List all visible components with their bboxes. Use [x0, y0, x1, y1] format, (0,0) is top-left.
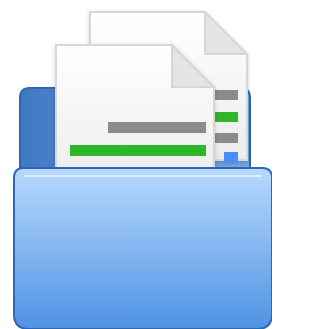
- doc1-gray-line: [108, 122, 206, 133]
- document-front: [55, 42, 217, 183]
- folder-front: [13, 167, 272, 329]
- icon-graphic: [13, 9, 272, 329]
- doc2-blue-line: [224, 152, 238, 162]
- doc1-green-line: [70, 145, 206, 156]
- folder-with-documents-icon: [0, 0, 272, 329]
